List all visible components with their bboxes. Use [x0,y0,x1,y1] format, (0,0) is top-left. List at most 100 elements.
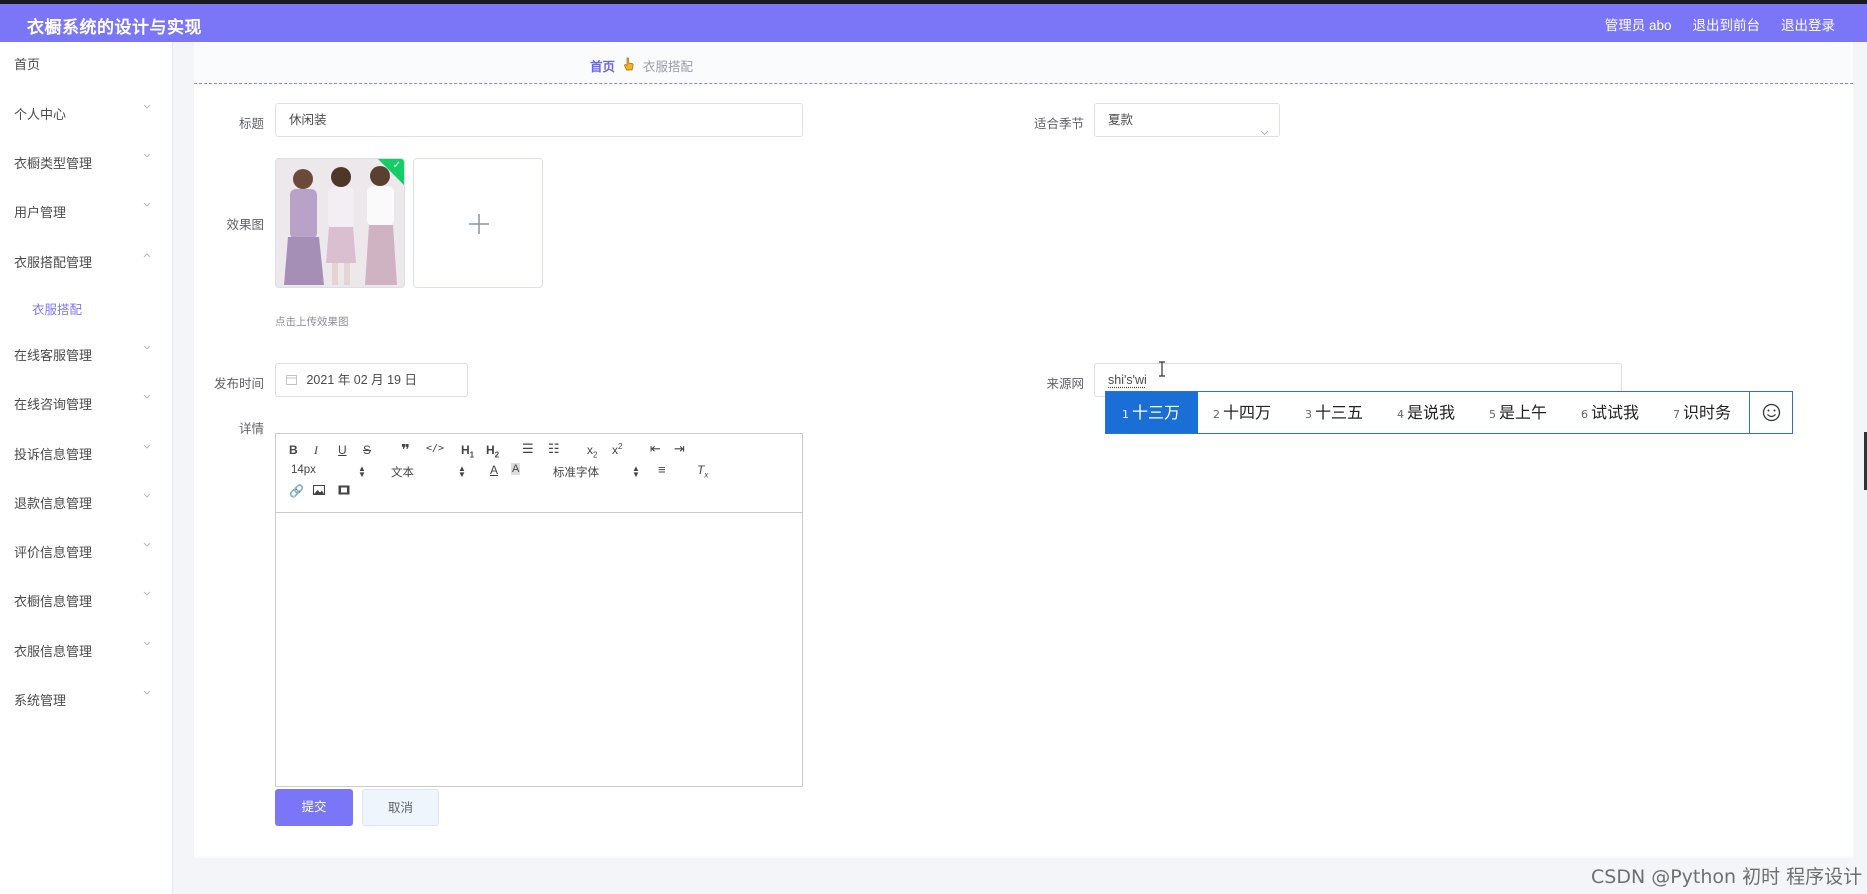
sidebar-item-online-consult[interactable]: 在线咨询管理 [0,382,172,422]
ime-candidate-3[interactable]: 3 十三五 [1305,392,1363,433]
code-block-icon[interactable]: </> [426,443,444,454]
ime-candidate-7[interactable]: 7 识时务 [1673,392,1731,433]
season-value: 夏款 [1108,113,1134,127]
sidebar-item-wardrobe-info[interactable]: 衣橱信息管理 [0,579,172,619]
text-color-icon[interactable]: A [490,463,498,477]
plus-icon [469,214,489,234]
font-family-select[interactable]: 标准字体 ▲ ▼ [553,464,640,480]
exit-to-front-link[interactable]: 退出到前台 [1693,14,1761,34]
submit-button[interactable]: 提交 [275,789,353,826]
chevron-down-icon [143,641,151,648]
ime-candidate-bar: 1 十三万 2 十四万 3 十三五 4 是说我 5 是上午 6 试试我 7 识时务 [1105,391,1793,434]
font-size-value: 14px [291,464,316,476]
editor-content-area[interactable] [276,513,802,786]
text-cursor-icon [1157,361,1167,380]
ime-candidate-2[interactable]: 2 十四万 [1213,392,1271,433]
updown-icon: ▲ ▼ [632,464,640,479]
season-select[interactable]: 夏款 [1094,103,1280,137]
clear-format-icon[interactable]: Tx [697,463,708,479]
chevron-down-icon [143,153,151,160]
font-family-value: 标准字体 [553,467,599,479]
sidebar-item-outfit-management[interactable]: 衣服搭配管理 [0,240,172,280]
indent-icon[interactable]: ⇥ [674,441,685,457]
breadcrumb-home[interactable]: 首页 [590,56,615,75]
sidebar-item-label: 评价信息管理 [14,545,93,560]
bullet-list-icon[interactable]: ☷ [548,441,560,457]
smiley-icon [1762,403,1781,422]
date-picker[interactable]: 2021 年 02 月 19 日 [275,363,468,397]
background-color-icon[interactable]: A [511,463,521,475]
sidebar-item-label: 用户管理 [14,205,67,220]
header-select[interactable]: 文本 ▲ ▼ [391,464,466,480]
ime-candidate-1[interactable]: 1 十三万 [1106,392,1198,433]
source-composition-text: shi's'wi [1108,373,1147,387]
sidebar-item-refunds[interactable]: 退款信息管理 [0,481,172,521]
sidebar-item-personal-center[interactable]: 个人中心 [0,92,172,132]
link-icon[interactable]: 🔗 [289,484,304,498]
ime-candidate-6[interactable]: 6 试试我 [1581,392,1639,433]
sidebar-item-label: 在线客服管理 [14,348,93,363]
ime-emoji-button[interactable] [1749,392,1793,433]
bold-icon[interactable]: B [289,443,298,457]
subscript-icon[interactable]: x2 [587,443,597,459]
uploaded-image-thumbnail[interactable]: ✓ [275,158,405,288]
sidebar-item-users[interactable]: 用户管理 [0,190,172,230]
date-value: 2021 年 02 月 19 日 [306,373,417,387]
detail-label: 详情 [238,422,264,436]
sidebar-item-reviews[interactable]: 评价信息管理 [0,530,172,570]
video-icon[interactable] [338,484,350,498]
breadcrumb: 首页 衣服搭配 [590,56,693,75]
cancel-button[interactable]: 取消 [362,789,439,826]
sidebar-item-wardrobe-type[interactable]: 衣橱类型管理 [0,141,172,181]
sidebar-item-outfit[interactable]: 衣服搭配 [0,287,172,327]
breadcrumb-current: 衣服搭配 [643,60,694,74]
chevron-down-icon [143,591,151,598]
sidebar-item-home[interactable]: 首页 [0,42,172,82]
header2-icon[interactable]: H2 [486,443,499,459]
superscript-icon[interactable]: x2 [612,442,622,457]
underline-icon[interactable]: U [338,443,347,457]
align-icon[interactable]: ≡ [658,462,666,477]
updown-icon: ▲ ▼ [358,464,366,479]
date-label: 发布时间 [213,377,264,391]
sidebar-item-system[interactable]: 系统管理 [0,678,172,718]
chevron-down-icon [143,444,151,451]
sidebar-item-label: 退款信息管理 [14,496,93,511]
logout-link[interactable]: 退出登录 [1781,14,1835,34]
blockquote-icon[interactable]: ❞ [401,441,410,459]
chevron-down-icon [143,345,151,352]
ordered-list-icon[interactable]: ☰ [522,441,534,457]
chevron-down-icon [143,690,151,697]
strikethrough-icon[interactable]: S [363,443,371,457]
sidebar-item-online-service[interactable]: 在线客服管理 [0,333,172,373]
check-icon: ✓ [392,160,401,171]
image-icon[interactable] [313,484,325,498]
chevron-down-icon [143,104,151,111]
upload-hint: 点击上传效果图 [275,316,349,328]
italic-icon[interactable]: I [314,443,318,458]
calendar-icon [286,365,297,397]
image-label: 效果图 [226,218,264,232]
chevron-down-icon [143,202,151,209]
font-size-select[interactable]: 14px ▲ ▼ [291,464,366,479]
sidebar-item-label: 衣橱类型管理 [14,156,93,171]
chevron-up-icon [143,252,151,259]
upload-add-button[interactable] [413,158,543,288]
header1-icon[interactable]: H1 [461,443,474,459]
outdent-icon[interactable]: ⇤ [650,441,661,457]
current-user: 管理员 abo [1604,18,1672,33]
source-label: 来源网 [1046,377,1084,391]
title-input[interactable]: 休闲装 [275,103,803,137]
top-header: 衣橱系统的设计与实现 管理员 abo 退出到前台 退出登录 [0,4,1867,42]
watermark: CSDN @Python 初时 程序设计 [1591,866,1863,888]
ime-candidate-5[interactable]: 5 是上午 [1489,392,1547,433]
sidebar-item-complaints[interactable]: 投诉信息管理 [0,432,172,472]
title-label: 标题 [238,117,264,131]
chevron-down-icon [143,542,151,549]
pointing-hand-icon [623,57,635,74]
season-label: 适合季节 [1033,117,1084,131]
ime-candidate-4[interactable]: 4 是说我 [1397,392,1455,433]
sidebar-item-clothes-info[interactable]: 衣服信息管理 [0,629,172,669]
sidebar-item-label: 在线咨询管理 [14,397,93,412]
sidebar: 首页 个人中心 衣橱类型管理 用户管理 衣服搭配管理 衣服搭配 在线客服管理 在… [0,42,173,894]
